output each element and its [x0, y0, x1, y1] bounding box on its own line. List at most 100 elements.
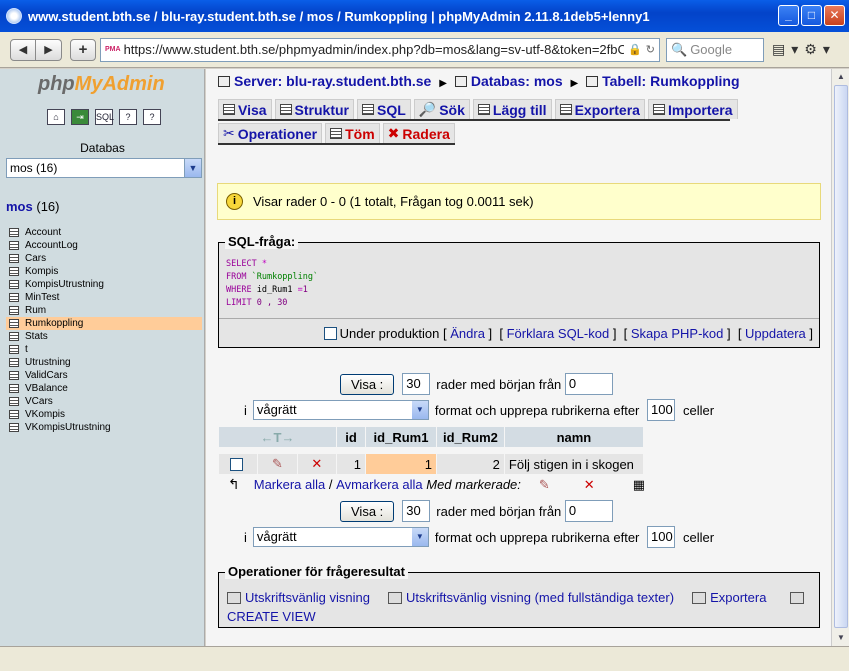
- sidebar-table-label[interactable]: VBalance: [25, 382, 68, 395]
- scroll-thumb[interactable]: [834, 85, 848, 628]
- start-input-bottom[interactable]: 0: [564, 500, 613, 522]
- bulk-export-icon[interactable]: ▦: [633, 477, 645, 493]
- column-header-namn[interactable]: namn: [504, 427, 643, 447]
- sidebar-item-table[interactable]: VBalance: [6, 382, 202, 395]
- mode-select-top[interactable]: vågrätt ▼: [252, 400, 429, 420]
- tools-gear-icon[interactable]: ⚙▾: [804, 41, 836, 58]
- tab-sql[interactable]: SQL: [357, 99, 411, 119]
- sidebar-item-table[interactable]: Utrustning: [6, 356, 202, 369]
- repeat-input-top[interactable]: 100: [647, 399, 676, 421]
- select-all-link[interactable]: Markera alla: [254, 477, 326, 492]
- sidebar-item-table[interactable]: Kompis: [6, 265, 202, 278]
- exit-icon[interactable]: ⇥: [71, 109, 89, 125]
- explain-sql-link[interactable]: Förklara SQL-kod: [507, 326, 610, 341]
- mode-select-bottom[interactable]: vågrätt ▼: [252, 527, 429, 547]
- show-button-top[interactable]: Visa :: [340, 373, 395, 395]
- table-icon[interactable]: [9, 306, 19, 315]
- sidebar-item-table[interactable]: Stats: [6, 330, 202, 343]
- sidebar-table-label[interactable]: Utrustning: [25, 356, 71, 369]
- refresh-link[interactable]: Uppdatera: [745, 326, 806, 341]
- sidebar-item-table[interactable]: AccountLog: [6, 239, 202, 252]
- sidebar-table-label[interactable]: ValidCars: [25, 369, 68, 382]
- scroll-down-icon[interactable]: ▼: [834, 631, 848, 645]
- column-header-id-rum2[interactable]: id_Rum2: [437, 427, 504, 447]
- sidebar-table-label[interactable]: AccountLog: [25, 239, 78, 252]
- sidebar-item-table[interactable]: VKompisUtrustning: [6, 421, 202, 434]
- table-icon[interactable]: [9, 345, 19, 354]
- table-icon[interactable]: [9, 332, 19, 341]
- print-view-full-link[interactable]: Utskriftsvänlig visning (med fullständig…: [406, 590, 674, 605]
- sidebar-table-label[interactable]: t: [25, 343, 28, 356]
- sidebar-table-label[interactable]: VCars: [25, 395, 53, 408]
- main-scrollbar[interactable]: ▲ ▼: [831, 69, 849, 646]
- table-icon[interactable]: [9, 228, 19, 237]
- sidebar-table-label[interactable]: MinTest: [25, 291, 59, 304]
- home-icon[interactable]: ⌂: [47, 109, 65, 125]
- sidebar-item-table[interactable]: Cars: [6, 252, 202, 265]
- mysql-docs-icon[interactable]: ?: [143, 109, 161, 125]
- tab-lagg-till[interactable]: Lägg till: [472, 99, 552, 119]
- close-button[interactable]: ✕: [824, 5, 845, 26]
- export-link[interactable]: Exportera: [710, 590, 766, 605]
- sidebar-table-label[interactable]: Rum: [25, 304, 46, 317]
- edit-sql-link[interactable]: Ändra: [450, 326, 485, 341]
- page-menu-icon[interactable]: ▤▾: [772, 41, 804, 58]
- under-production-checkbox[interactable]: [323, 326, 337, 340]
- docs-icon[interactable]: ?: [119, 109, 137, 125]
- delete-x-icon[interactable]: ✕: [297, 454, 336, 474]
- rows-input-top[interactable]: 30: [402, 373, 431, 395]
- create-view-link[interactable]: CREATE VIEW: [227, 609, 316, 624]
- tab-tom[interactable]: Töm: [325, 123, 380, 143]
- lock-icon[interactable]: 🔒: [628, 43, 642, 56]
- url-bar[interactable]: PMA https://www.student.bth.se/phpmyadmi…: [100, 37, 660, 62]
- table-icon[interactable]: [9, 254, 19, 263]
- sidebar-item-table[interactable]: Rum: [6, 304, 202, 317]
- scroll-up-icon[interactable]: ▲: [834, 70, 848, 84]
- sidebar-table-label[interactable]: Cars: [25, 252, 46, 265]
- table-icon[interactable]: [9, 319, 19, 328]
- sidebar-item-table[interactable]: MinTest: [6, 291, 202, 304]
- minimize-button[interactable]: _: [778, 5, 799, 26]
- edit-pencil-icon[interactable]: ✎: [258, 454, 297, 474]
- row-checkbox[interactable]: [230, 457, 244, 471]
- breadcrumb-database[interactable]: Databas: mos: [471, 73, 563, 89]
- table-icon[interactable]: [9, 241, 19, 250]
- start-input-top[interactable]: 0: [564, 373, 613, 395]
- maximize-button[interactable]: □: [801, 5, 822, 26]
- sidebar-item-table[interactable]: t: [6, 343, 202, 356]
- tab-struktur[interactable]: Struktur: [274, 99, 354, 119]
- table-icon[interactable]: [9, 384, 19, 393]
- tab-sok[interactable]: 🔎 Sök: [413, 99, 470, 119]
- forward-icon[interactable]: ▶: [36, 38, 62, 61]
- tab-visa[interactable]: Visa: [218, 99, 272, 119]
- sidebar-item-table[interactable]: VKompis: [6, 408, 202, 421]
- sidebar-table-label[interactable]: Stats: [25, 330, 48, 343]
- phpmyadmin-logo[interactable]: phpMyAdmin: [38, 73, 165, 96]
- table-icon[interactable]: [9, 358, 19, 367]
- sidebar-table-label[interactable]: Rumkoppling: [25, 317, 83, 330]
- sidebar-item-table[interactable]: KompisUtrustning: [6, 278, 202, 291]
- sidebar-table-label[interactable]: KompisUtrustning: [25, 278, 104, 291]
- sidebar-item-table[interactable]: Rumkoppling: [6, 317, 202, 330]
- repeat-input-bottom[interactable]: 100: [647, 526, 676, 548]
- sort-arrows-icon[interactable]: ←T→: [219, 427, 336, 447]
- table-icon[interactable]: [9, 397, 19, 406]
- tab-exportera[interactable]: Exportera: [554, 99, 645, 119]
- tab-radera[interactable]: ✖ Radera: [382, 123, 455, 143]
- bulk-edit-pencil-icon[interactable]: ✎: [539, 477, 550, 493]
- sidebar-table-label[interactable]: Kompis: [25, 265, 58, 278]
- show-button-bottom[interactable]: Visa :: [340, 500, 395, 522]
- tab-operationer[interactable]: ✂ Operationer: [218, 123, 323, 143]
- column-header-id-rum1[interactable]: id_Rum1: [366, 427, 436, 447]
- sidebar-table-label[interactable]: VKompis: [25, 408, 65, 421]
- database-link[interactable]: mos: [6, 199, 33, 214]
- deselect-all-link[interactable]: Avmarkera alla: [336, 477, 422, 492]
- table-icon[interactable]: [9, 423, 19, 432]
- rows-input-bottom[interactable]: 30: [402, 500, 431, 522]
- tab-importera[interactable]: Importera: [647, 99, 738, 119]
- sidebar-item-table[interactable]: Account: [6, 226, 202, 239]
- table-icon[interactable]: [9, 410, 19, 419]
- database-select[interactable]: mos (16) ▼: [6, 158, 202, 178]
- sidebar-table-label[interactable]: Account: [25, 226, 61, 239]
- new-tab-icon[interactable]: +: [70, 38, 96, 61]
